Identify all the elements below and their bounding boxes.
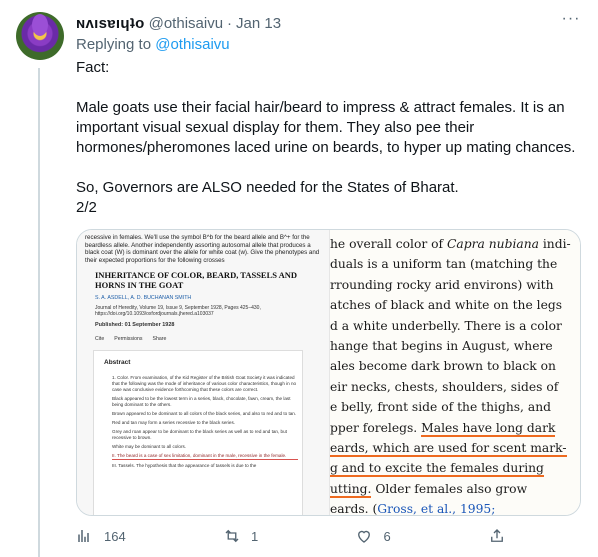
book-line: he overall color of Capra nubiana indi- [330, 234, 580, 254]
tweet-header: ɴʌısɐıɥʇo @othisaivu · Jan 13 ··· [76, 11, 582, 34]
tweet-line: Fact: [76, 59, 110, 76]
book-line-text: rrounding rocky arid environs) with [330, 277, 554, 292]
book-line: ales become dark brown to black on [330, 356, 580, 376]
paper-authors: S. A. ASDELL, A. D. BUCHANAN SMITH [95, 295, 192, 301]
analytics-icon [78, 530, 89, 542]
book-line-text: eards. ( [330, 502, 378, 515]
book-line: duals is a uniform tan (matching the [330, 254, 580, 274]
paper-published: Published: 01 September 1928 [95, 322, 175, 328]
tweet-date[interactable]: Jan 13 [236, 15, 281, 32]
paper-journal: Journal of Heredity, Volume 19, Issue 9,… [95, 305, 261, 318]
tweet-line: So, Governors are ALSO needed for the St… [76, 179, 459, 196]
book-line: rrounding rocky arid environs) with [330, 275, 580, 295]
tweet-line: Male goats use their facial hair/beard t… [76, 99, 576, 156]
book-line: hange that begins in August, where [330, 336, 580, 356]
book-line-underlined: g and to excite the females during [330, 461, 544, 478]
book-line: eards. (Gross, et al., 1995; [330, 499, 580, 515]
heart-icon [358, 530, 371, 543]
book-line-underlined: utting. [330, 481, 372, 498]
book-line: eir necks, chests, shoulders, sides of [330, 377, 580, 397]
retweet-count: 1 [250, 528, 259, 544]
paper-share: Share [152, 336, 167, 342]
user-handle[interactable]: @othisaivu [149, 15, 223, 32]
abstract-item: III. Tassels. The hypothesis that the ap… [112, 463, 257, 468]
media-image-book[interactable]: he overall color of Capra nubiana indi-d… [330, 230, 580, 515]
tweet-line [76, 158, 582, 178]
book-line-text: duals is a uniform tan (matching the [330, 257, 558, 272]
abstract-item: Brown appeared to be dominant to all col… [112, 411, 297, 416]
abstract-item: White may be dominant to all colors. [112, 444, 187, 449]
views-count: 164 [104, 528, 126, 544]
abstract-item: 1. Color. From examination, of the Kid R… [112, 375, 297, 392]
abstract-item: Red and tan may form a series recessive … [112, 420, 236, 425]
book-line-text: pper forelegs. [330, 420, 422, 435]
replying-prefix: Replying to [76, 36, 156, 53]
media-image-paper[interactable]: recessive in females. We'll use the symb… [77, 230, 330, 515]
book-line-citation: Gross, et al., 1995; [377, 502, 496, 515]
book-line-text: he overall color of [330, 237, 447, 251]
tweet-media[interactable]: recessive in females. We'll use the symb… [76, 229, 581, 516]
abstract-heading: Abstract [104, 359, 131, 366]
paper-permissions: Permissions [114, 336, 143, 342]
book-line-underlined: eards, which are used for scent mark- [330, 441, 567, 458]
paper-actions: Cite Permissions Share [95, 336, 166, 342]
retweet-icon [225, 529, 239, 543]
tweet-line [76, 78, 582, 98]
book-line-text: d a white underbelly. There is a color [330, 318, 562, 333]
book-line: utting. Older females also grow [330, 479, 580, 499]
book-line: g and to excite the females during [330, 458, 580, 478]
abstract-item-highlighted: II. The beard is a case of sex limitatio… [112, 453, 298, 460]
abstract-box: Abstract 1. Color. From examination, of … [93, 350, 303, 515]
book-line-text: hange that begins in August, where [330, 339, 553, 354]
thread-connector-line [38, 68, 40, 557]
replying-to: Replying to @othisaivu [76, 36, 230, 53]
avatar[interactable] [16, 12, 64, 60]
paper-intro: recessive in females. We'll use the symb… [85, 234, 320, 264]
book-line: pper forelegs. Males have long dark [330, 418, 580, 438]
book-line-underlined: Males have long dark [421, 420, 556, 437]
like-button[interactable]: 6 [355, 526, 391, 546]
share-button[interactable] [488, 526, 506, 546]
abstract-item: Grey and roan appear to be dominant to t… [112, 429, 287, 440]
book-line: e belly, front side of the thighs, and [330, 397, 580, 417]
tweet-line: 2/2 [76, 199, 97, 216]
more-options-icon[interactable]: ··· [560, 11, 582, 34]
display-name[interactable]: ɴʌısɐıɥʇo [76, 15, 145, 32]
book-text: he overall color of Capra nubiana indi-d… [330, 234, 580, 515]
book-line-text: Older females also grow [371, 481, 528, 496]
paper-title: INHERITANCE OF COLOR, BEARD, TASSELS AND… [95, 270, 298, 290]
tweet-actions: 164 1 6 [76, 526, 506, 546]
book-line: atches of black and white on the legs [330, 295, 580, 315]
abstract-list: 1. Color. From examination, of the Kid R… [112, 375, 298, 472]
book-line-text: ales become dark brown to black on [330, 359, 556, 374]
book-line: d a white underbelly. There is a color [330, 316, 580, 336]
book-line-text: e belly, front side of the thighs, and [330, 400, 551, 415]
like-count: 6 [383, 528, 391, 544]
book-line-text: indi- [538, 237, 571, 251]
book-line-text: atches of black and white on the legs [330, 298, 563, 313]
avatar-flower-image [32, 14, 48, 36]
book-line: eards, which are used for scent mark- [330, 438, 580, 458]
views-button[interactable]: 164 [76, 526, 126, 546]
tweet-text: Fact: Male goats use their facial hair/b… [76, 58, 582, 218]
book-line-species: Capra nubiana [447, 237, 539, 251]
retweet-button[interactable]: 1 [223, 526, 258, 546]
share-icon [491, 529, 503, 542]
paper-cite: Cite [95, 336, 105, 342]
book-line-text: eir necks, chests, shoulders, sides of [330, 379, 559, 394]
abstract-item: Black appeared to be the lowest term in … [112, 396, 291, 407]
replying-to-mention[interactable]: @othisaivu [155, 36, 229, 53]
date-separator: · [227, 14, 233, 32]
